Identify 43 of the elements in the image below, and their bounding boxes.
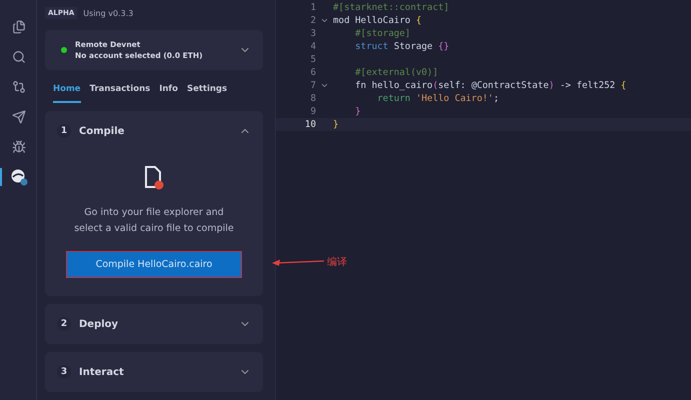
tab[interactable]: Settings (186, 84, 228, 103)
line-number: 6 (309, 67, 316, 78)
line-number: 8 (309, 93, 316, 104)
step-header[interactable]: 1 Compile (45, 111, 263, 151)
file-warning-icon (143, 165, 165, 191)
step-header[interactable]: 3 Interact (45, 352, 263, 392)
line-number: 9 (309, 106, 316, 117)
code-line: #[external(v0)] (354, 67, 438, 78)
files-icon (12, 20, 26, 34)
line-number: 2 (309, 15, 316, 26)
step-title: Interact (79, 366, 125, 378)
code-line: #[starknet::contract] (333, 2, 450, 13)
compile-button[interactable]: Compile HelloCairo.cairo (66, 251, 242, 278)
tab[interactable]: Transactions (90, 84, 150, 103)
line-number: 10 (304, 119, 316, 130)
line-number: 1 (309, 2, 316, 13)
step-number: 1 (57, 124, 71, 138)
starknet-icon (10, 168, 28, 186)
debug-icon (12, 140, 26, 154)
git-icon (12, 80, 26, 94)
line-number: 5 (309, 54, 316, 65)
compile-hint: Go into your file explorer and select a valid cairo file to compile (73, 206, 235, 236)
step-title: Deploy (79, 318, 120, 330)
code-line: fn hello_cairo(self: @ContractState) -> felt252 { (354, 80, 626, 91)
code-line: } (333, 119, 339, 130)
annotation-label: 编译 (327, 256, 347, 269)
code-line: mod HelloCairo { (333, 15, 422, 26)
code-line: #[storage] (354, 28, 410, 39)
search-icon (12, 50, 26, 64)
step-title: Compile (79, 126, 126, 136)
line-number: 7 (309, 80, 316, 91)
annotation-arrow (272, 258, 324, 266)
code-line: } (354, 106, 361, 117)
step-number: 2 (57, 317, 71, 331)
version-label: Using v0.3.3 (83, 8, 134, 18)
code-line: return 'Hello Cairo!'; (376, 93, 499, 104)
line-number: 4 (309, 41, 316, 52)
code-line: struct Storage {} (354, 41, 450, 52)
tab[interactable]: Info (159, 84, 178, 103)
step-number: 3 (57, 365, 71, 379)
tab[interactable]: Home (53, 84, 81, 103)
line-number: 3 (309, 28, 316, 39)
step-header[interactable]: 2 Deploy (45, 304, 263, 344)
